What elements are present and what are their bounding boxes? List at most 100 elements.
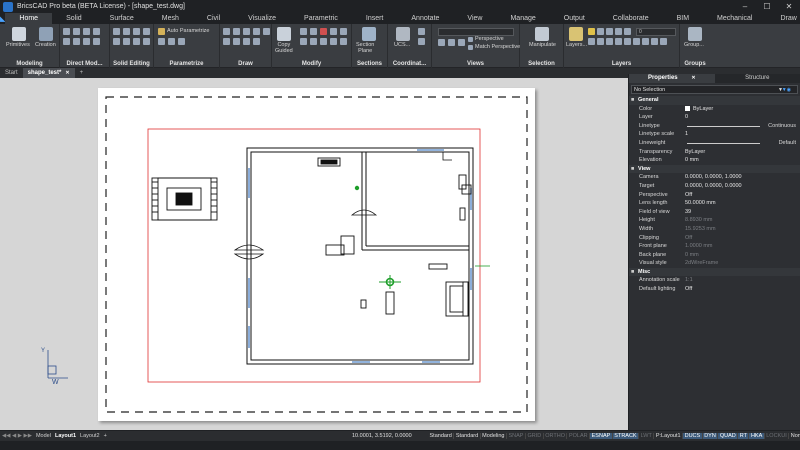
creation-icon[interactable] bbox=[39, 27, 53, 41]
property-row[interactable]: Field of view 39 bbox=[629, 208, 800, 217]
ucs-label[interactable]: UCS... bbox=[394, 42, 410, 48]
group-label[interactable]: Group... bbox=[684, 42, 704, 48]
ellipse-icon[interactable] bbox=[263, 28, 270, 35]
property-row[interactable]: Annotation scale 1:1 bbox=[629, 276, 800, 285]
ribbon-tab-manage[interactable]: Manage bbox=[496, 13, 549, 24]
ribbon-tab-home[interactable]: Home bbox=[5, 13, 53, 24]
status-toggle-esnap[interactable]: ESNAP bbox=[590, 433, 613, 439]
auto-parametrize-icon[interactable] bbox=[158, 28, 165, 35]
layer-dropdown[interactable]: 0 bbox=[636, 28, 676, 36]
manipulate-icon[interactable] bbox=[535, 27, 549, 41]
property-row[interactable]: Target 0.0000, 0.0000, 0.0000 bbox=[629, 182, 800, 191]
parameters-icon[interactable] bbox=[178, 38, 185, 45]
property-row[interactable]: Camera 0.0000, 0.0000, 1.0000 bbox=[629, 173, 800, 182]
layer-merge-icon[interactable] bbox=[633, 38, 640, 45]
ribbon-tab-bim[interactable]: BIM bbox=[663, 13, 703, 24]
property-row[interactable]: Clipping Off bbox=[629, 234, 800, 243]
rotate-face-icon[interactable] bbox=[83, 28, 90, 35]
status-toggle-quad[interactable]: QUAD bbox=[718, 433, 739, 439]
polyline-icon[interactable] bbox=[233, 28, 240, 35]
taper-icon[interactable] bbox=[63, 38, 70, 45]
revolve-icon[interactable] bbox=[123, 38, 130, 45]
property-row[interactable]: Width 15.9253 mm bbox=[629, 225, 800, 234]
dimension-constraint-icon[interactable] bbox=[168, 38, 175, 45]
property-value[interactable]: 0 mm bbox=[685, 251, 800, 260]
creation-label[interactable]: Creation bbox=[35, 42, 56, 48]
close-tab-icon[interactable]: ✕ bbox=[65, 70, 69, 76]
ribbon-tab-insert[interactable]: Insert bbox=[352, 13, 398, 24]
rotate-icon[interactable] bbox=[310, 28, 317, 35]
property-value[interactable]: 39 bbox=[685, 208, 800, 217]
union-icon[interactable] bbox=[113, 28, 120, 35]
ribbon-tab-mesh[interactable]: Mesh bbox=[148, 13, 193, 24]
ucs-object-icon[interactable] bbox=[418, 38, 425, 45]
perspective-icon[interactable] bbox=[468, 37, 473, 42]
property-row[interactable]: Back plane 0 mm bbox=[629, 251, 800, 260]
erase-icon[interactable] bbox=[320, 28, 327, 35]
property-value[interactable]: Default bbox=[685, 139, 800, 148]
layers-icon[interactable] bbox=[569, 27, 583, 41]
tab-properties[interactable]: Properties ✕ bbox=[629, 74, 715, 83]
collapse-icon[interactable]: ■ bbox=[631, 268, 638, 277]
extend-icon[interactable] bbox=[310, 38, 317, 45]
close-properties-icon[interactable]: ✕ bbox=[691, 75, 695, 81]
arc-icon[interactable] bbox=[253, 28, 260, 35]
layer-state-icon[interactable] bbox=[651, 38, 658, 45]
layer-match-icon[interactable] bbox=[606, 38, 613, 45]
rectangle-icon[interactable] bbox=[223, 38, 230, 45]
layers-label[interactable]: Layers... bbox=[566, 42, 587, 48]
doc-tab-start[interactable]: Start bbox=[0, 68, 23, 78]
primitives-label[interactable]: Primitives bbox=[6, 42, 30, 48]
property-row[interactable]: Visual style 2dWireFrame bbox=[629, 259, 800, 268]
ribbon-tab-output[interactable]: Output bbox=[550, 13, 599, 24]
layout-tab-layout1[interactable]: Layout1 bbox=[53, 433, 78, 439]
hatch-icon[interactable] bbox=[253, 38, 260, 45]
section-plane-label[interactable]: Section Plane bbox=[356, 42, 374, 54]
doc-tab-shape-test[interactable]: shape_test* ✕ bbox=[22, 68, 75, 78]
ucs-icon[interactable] bbox=[396, 27, 410, 41]
ribbon-tab-civil[interactable]: Civil bbox=[193, 13, 234, 24]
status-toggle-strack[interactable]: STRACK bbox=[612, 433, 640, 439]
intersect-icon[interactable] bbox=[133, 28, 140, 35]
loft-icon[interactable] bbox=[143, 38, 150, 45]
spline-icon[interactable] bbox=[243, 38, 250, 45]
subtract-icon[interactable] bbox=[123, 28, 130, 35]
property-value[interactable]: 8.8930 mm bbox=[685, 216, 800, 225]
property-value[interactable]: 1.0000 mm bbox=[685, 242, 800, 251]
property-value[interactable]: Off bbox=[685, 191, 800, 200]
property-value[interactable]: 15.9253 mm bbox=[685, 225, 800, 234]
layer-print-icon[interactable] bbox=[624, 28, 631, 35]
mirror-icon[interactable] bbox=[340, 28, 347, 35]
command-line[interactable] bbox=[0, 441, 800, 450]
status-toggle-standard[interactable]: Standard bbox=[428, 433, 455, 439]
layer-thaw-icon[interactable] bbox=[660, 38, 667, 45]
ribbon-tab-view[interactable]: View bbox=[453, 13, 496, 24]
ribbon-tab-annotate[interactable]: Annotate bbox=[397, 13, 453, 24]
offset-face-icon[interactable] bbox=[93, 28, 100, 35]
copy-guided-label[interactable]: Copy Guided bbox=[275, 42, 293, 54]
property-value[interactable]: Off bbox=[685, 285, 800, 294]
section-general[interactable]: ■ General bbox=[629, 96, 800, 105]
layer-previous-icon[interactable] bbox=[615, 38, 622, 45]
view-dropdown[interactable] bbox=[438, 28, 514, 36]
close-button[interactable]: ✕ bbox=[778, 2, 800, 11]
drawing-canvas[interactable]: Y W bbox=[0, 78, 628, 430]
property-value[interactable]: Off bbox=[685, 234, 800, 243]
extrude-icon[interactable] bbox=[113, 38, 120, 45]
property-row[interactable]: Default lighting Off bbox=[629, 285, 800, 294]
scale-icon[interactable] bbox=[330, 28, 337, 35]
view-iso-icon[interactable] bbox=[458, 39, 465, 46]
property-row[interactable]: Linetype Continuous bbox=[629, 122, 800, 131]
layout-tab-layout2[interactable]: Layout2 bbox=[78, 433, 102, 439]
filter-icon[interactable]: ▼◉ bbox=[782, 86, 791, 94]
property-row[interactable]: Height 8.8930 mm bbox=[629, 216, 800, 225]
trim-icon[interactable] bbox=[300, 38, 307, 45]
layer-freeze-icon[interactable] bbox=[597, 28, 604, 35]
constraint-icon[interactable] bbox=[158, 38, 165, 45]
sweep-icon[interactable] bbox=[133, 38, 140, 45]
section-misc[interactable]: ■ Misc bbox=[629, 267, 800, 277]
auto-parametrize-label[interactable]: Auto Parametrize bbox=[167, 28, 210, 34]
property-row[interactable]: Transparency ByLayer bbox=[629, 148, 800, 157]
property-row[interactable]: Front plane 1.0000 mm bbox=[629, 242, 800, 251]
ribbon-tab-parametric[interactable]: Parametric bbox=[290, 13, 352, 24]
